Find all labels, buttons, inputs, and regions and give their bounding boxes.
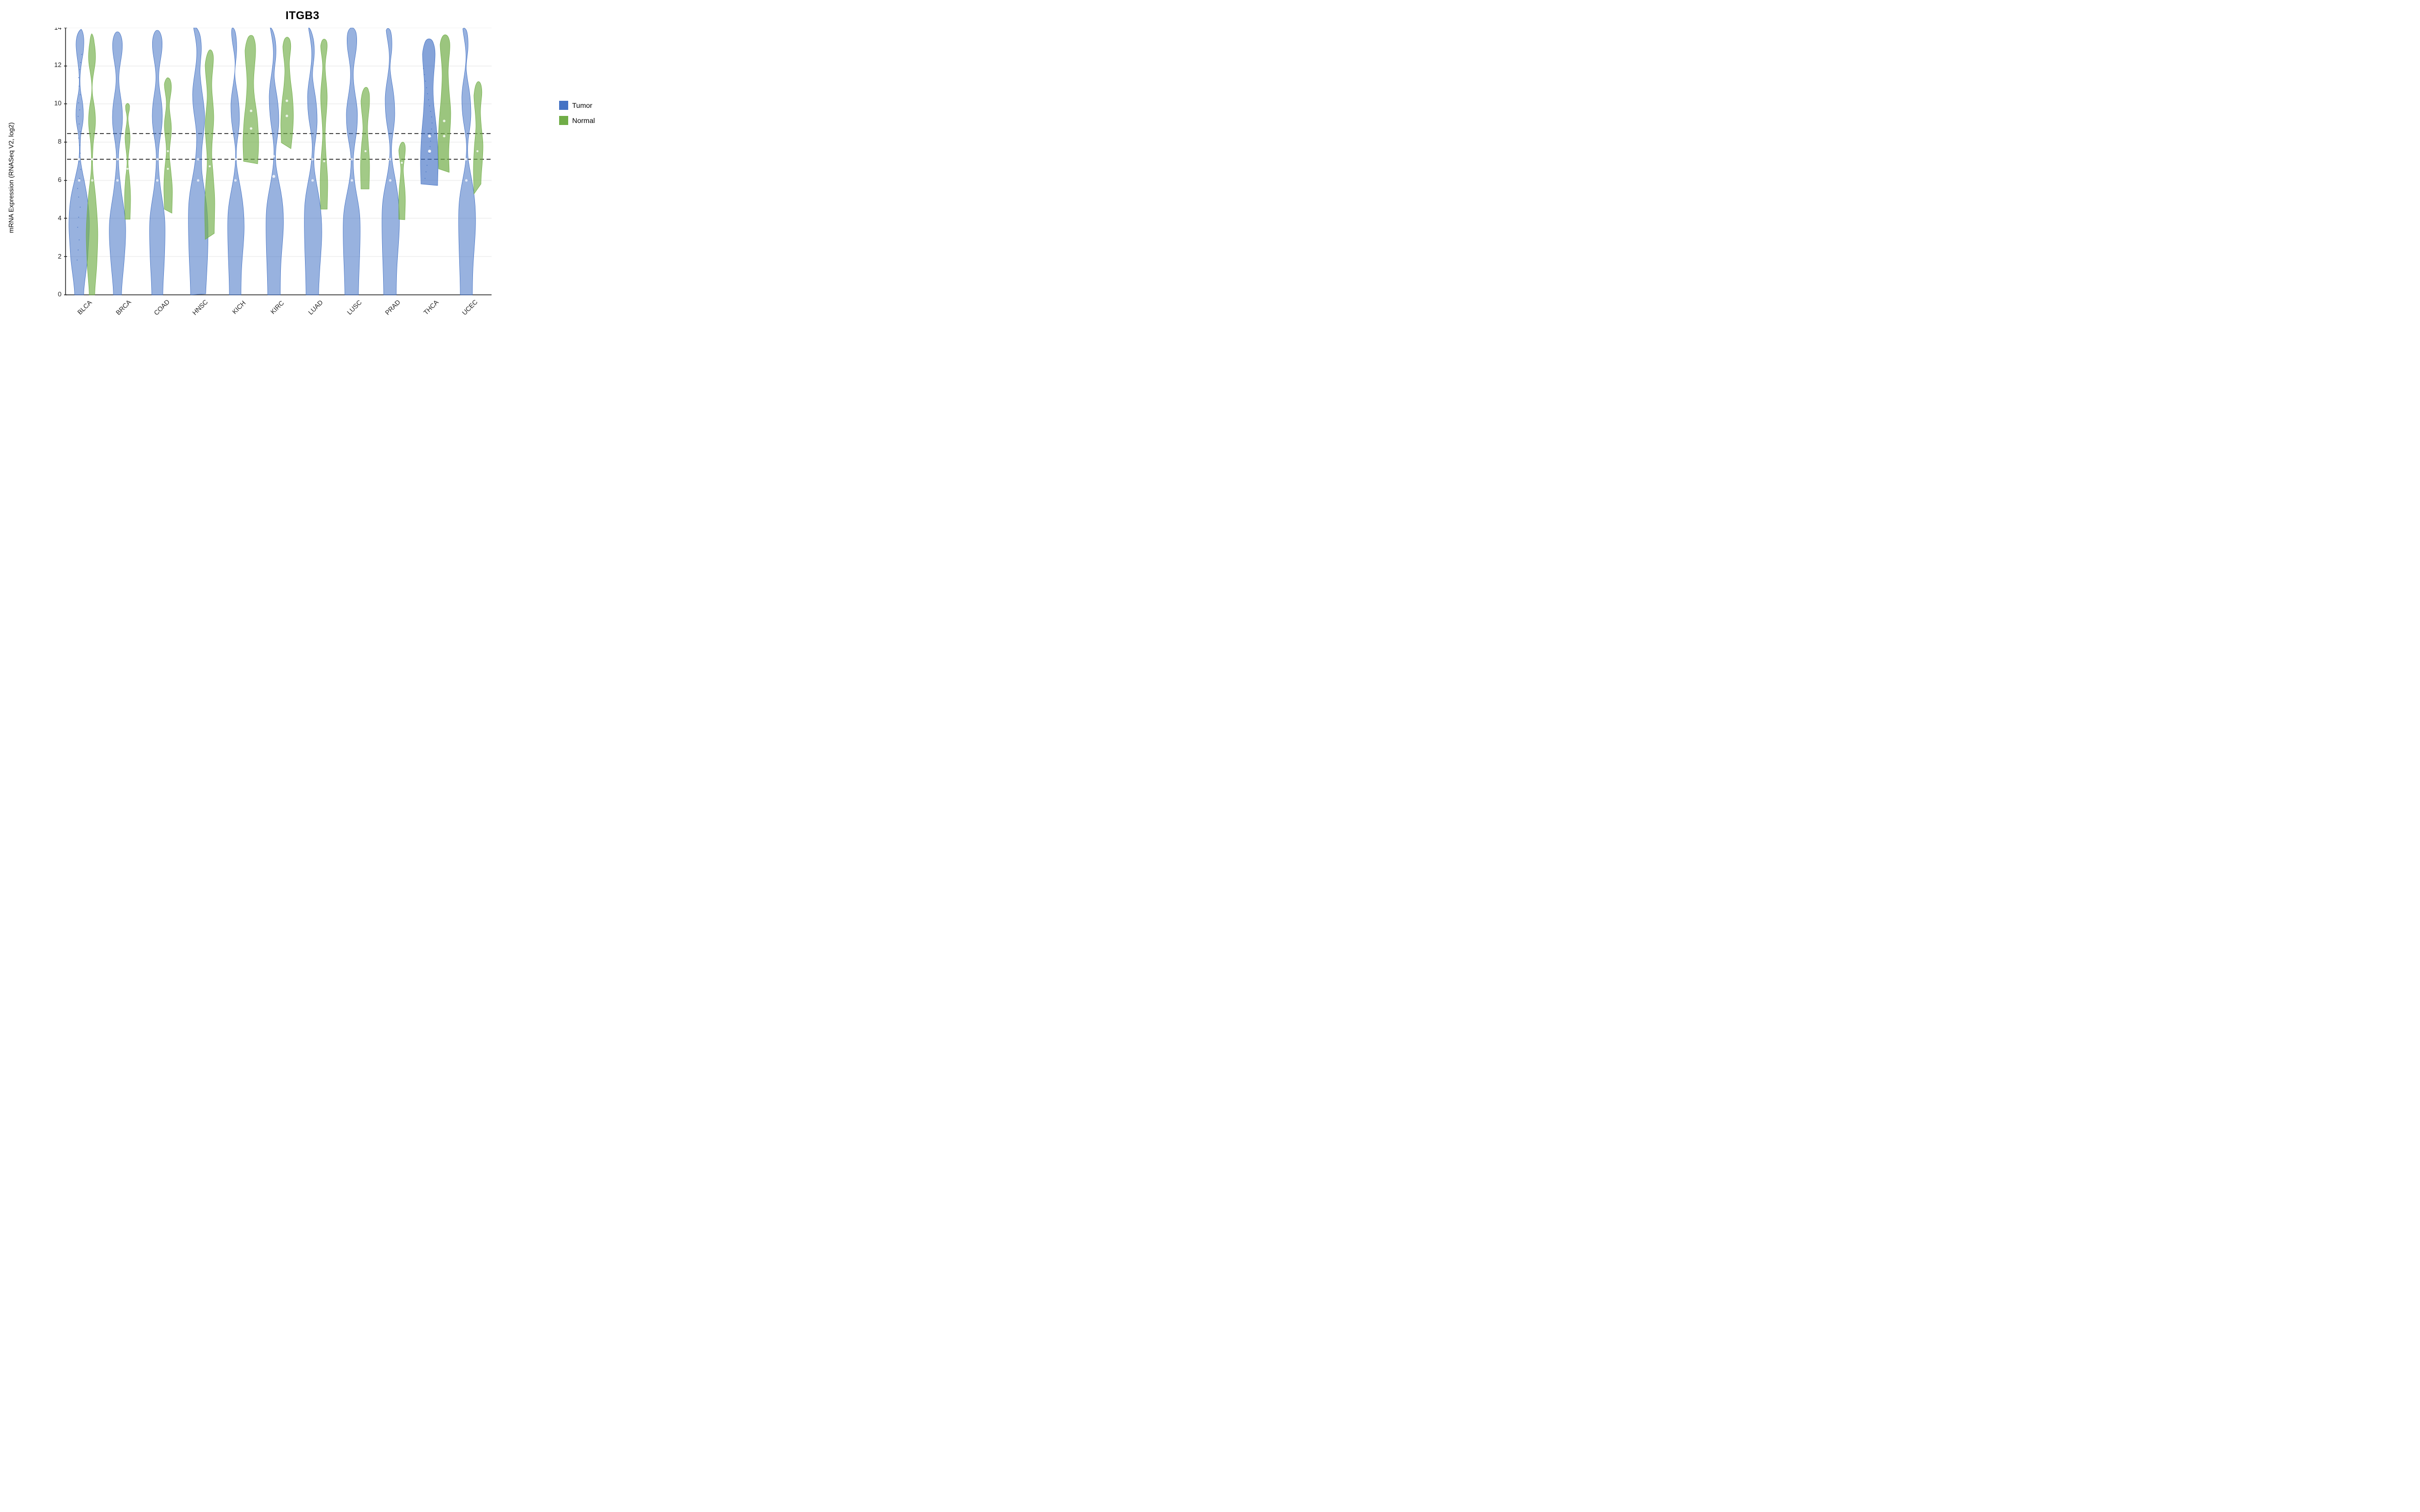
violin-lusc-normal — [360, 87, 370, 189]
svg-text:PRAD: PRAD — [384, 298, 402, 317]
violin-ucec-tumor — [459, 28, 476, 295]
violin-prad-tumor — [382, 28, 400, 295]
svg-text:2: 2 — [58, 253, 62, 260]
violin-luad-normal — [320, 39, 328, 210]
chart-title: ITGB3 — [0, 0, 605, 22]
violin-lusc-tumor — [343, 28, 360, 295]
svg-text:LUAD: LUAD — [307, 298, 324, 316]
svg-text:10: 10 — [54, 99, 62, 107]
violin-kich-tumor — [228, 28, 245, 295]
violin-thca-normal — [438, 35, 451, 172]
svg-text:0: 0 — [58, 290, 62, 298]
svg-text:14: 14 — [54, 28, 62, 31]
svg-text:THCA: THCA — [422, 298, 440, 317]
svg-text:COAD: COAD — [152, 298, 171, 317]
violin-prad-normal — [399, 142, 405, 220]
violin-coad-normal — [164, 78, 172, 213]
legend-label-normal: Normal — [572, 116, 595, 124]
violin-kirc-normal — [281, 37, 293, 149]
violin-blca-normal — [86, 34, 98, 295]
svg-text:4: 4 — [58, 214, 62, 222]
legend-item-normal: Normal — [559, 116, 595, 125]
legend-label-tumor: Tumor — [572, 101, 592, 109]
svg-text:KICH: KICH — [231, 299, 248, 316]
svg-text:UCEC: UCEC — [460, 298, 479, 317]
violin-kich-normal — [243, 35, 259, 164]
legend-color-tumor — [559, 101, 568, 110]
svg-text:12: 12 — [54, 61, 62, 69]
svg-text:HNSC: HNSC — [191, 298, 209, 317]
violin-ucec-normal — [473, 82, 483, 194]
svg-text:LUSC: LUSC — [345, 298, 363, 316]
y-axis-label: mRNA Expression (RNASeq V2, log2) — [8, 122, 15, 233]
legend: Tumor Normal — [559, 101, 595, 125]
svg-text:8: 8 — [58, 138, 62, 145]
legend-color-normal — [559, 116, 568, 125]
violin-brca-tumor — [109, 32, 126, 295]
violin-brca-normal — [125, 103, 131, 219]
violin-hnsc-tumor — [189, 28, 208, 295]
svg-text:6: 6 — [58, 176, 62, 183]
violin-hnsc-normal — [205, 50, 215, 239]
violin-luad-tumor — [305, 28, 322, 295]
legend-item-tumor: Tumor — [559, 101, 595, 110]
violin-thca-tumor — [420, 39, 438, 185]
svg-text:BLCA: BLCA — [76, 298, 94, 316]
chart-container: ITGB3 mRNA Expression (RNASeq V2, log2) … — [0, 0, 605, 378]
main-chart-svg: 0 2 4 6 8 10 12 14 — [35, 28, 492, 328]
violin-coad-tumor — [150, 30, 165, 295]
svg-text:BRCA: BRCA — [114, 298, 133, 317]
svg-text:KIRC: KIRC — [269, 299, 286, 316]
violin-kirc-tumor — [266, 28, 284, 295]
